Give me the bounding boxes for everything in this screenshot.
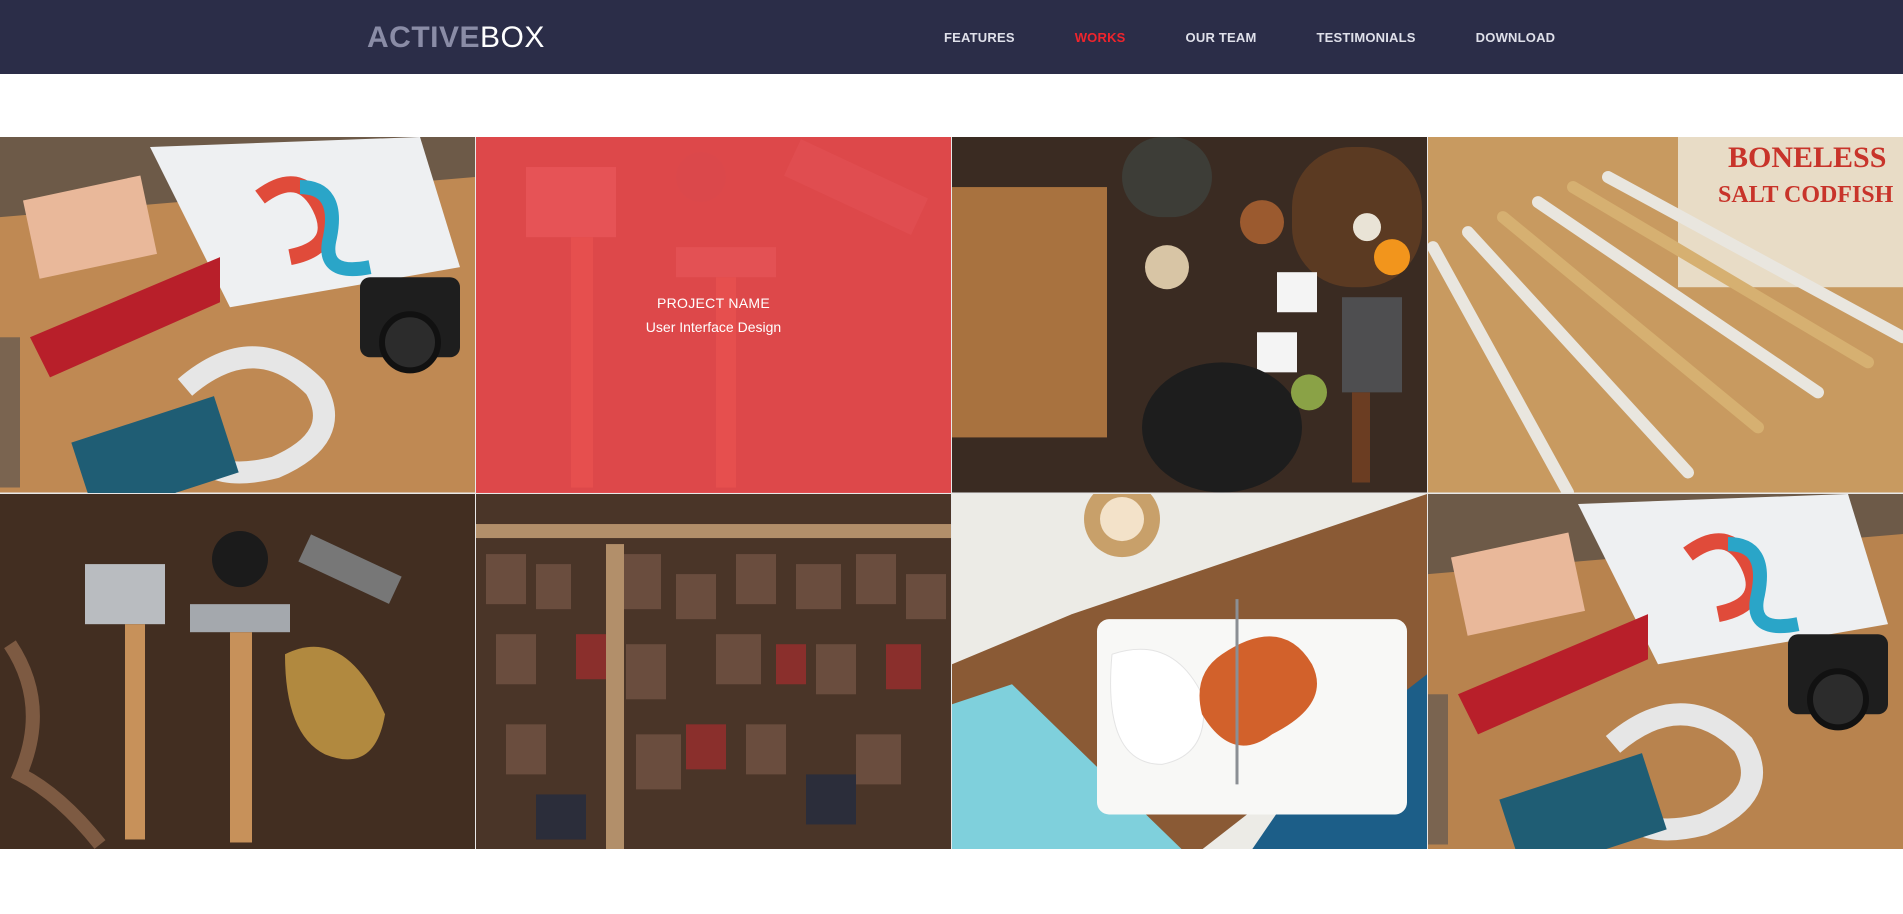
nav-item-testimonials[interactable]: TESTIMONIALS	[1316, 30, 1415, 45]
portfolio-item-hovered[interactable]: PROJECT NAME User Interface Design	[476, 137, 951, 493]
portfolio-item[interactable]	[476, 493, 951, 849]
portfolio-item[interactable]	[0, 137, 475, 493]
nav-item-our-team[interactable]: OUR TEAM	[1186, 30, 1257, 45]
main-nav: FEATURES WORKS OUR TEAM TESTIMONIALS DOW…	[944, 0, 1555, 74]
portfolio-item[interactable]	[952, 493, 1427, 849]
logo-bold-text: ACTIVE	[367, 21, 481, 54]
food-plate-photo	[952, 493, 1427, 849]
desk-flatlay-photo	[0, 137, 475, 493]
project-hover-overlay[interactable]: PROJECT NAME User Interface Design	[476, 137, 951, 493]
nav-item-download[interactable]: DOWNLOAD	[1476, 30, 1556, 45]
portfolio-item[interactable]	[952, 137, 1427, 493]
wooden-rulers-photo: BONELESS SALT CODFISH	[1428, 137, 1903, 493]
svg-text:SALT CODFISH: SALT CODFISH	[1718, 182, 1894, 208]
letterpress-type-photo	[476, 493, 951, 849]
kitchen-table-photo	[952, 137, 1427, 493]
svg-text:BONELESS: BONELESS	[1728, 141, 1886, 174]
portfolio-item[interactable]	[0, 493, 475, 849]
nav-item-features[interactable]: FEATURES	[944, 30, 1015, 45]
project-category: User Interface Design	[645, 318, 782, 335]
logo-light-text: BOX	[480, 21, 545, 54]
top-navbar: ACTIVEBOX FEATURES WORKS OUR TEAM TESTIM…	[0, 0, 1903, 74]
portfolio-gallery: PROJECT NAME User Interface Design BONEL…	[0, 137, 1903, 849]
project-name: PROJECT NAME	[656, 294, 771, 311]
desk-flatlay-photo	[1428, 493, 1903, 849]
site-logo[interactable]: ACTIVEBOX	[367, 21, 545, 55]
portfolio-item[interactable]: BONELESS SALT CODFISH	[1428, 137, 1903, 493]
rustic-tools-photo	[0, 493, 475, 849]
nav-item-works[interactable]: WORKS	[1075, 30, 1126, 45]
portfolio-item[interactable]	[1428, 493, 1903, 849]
